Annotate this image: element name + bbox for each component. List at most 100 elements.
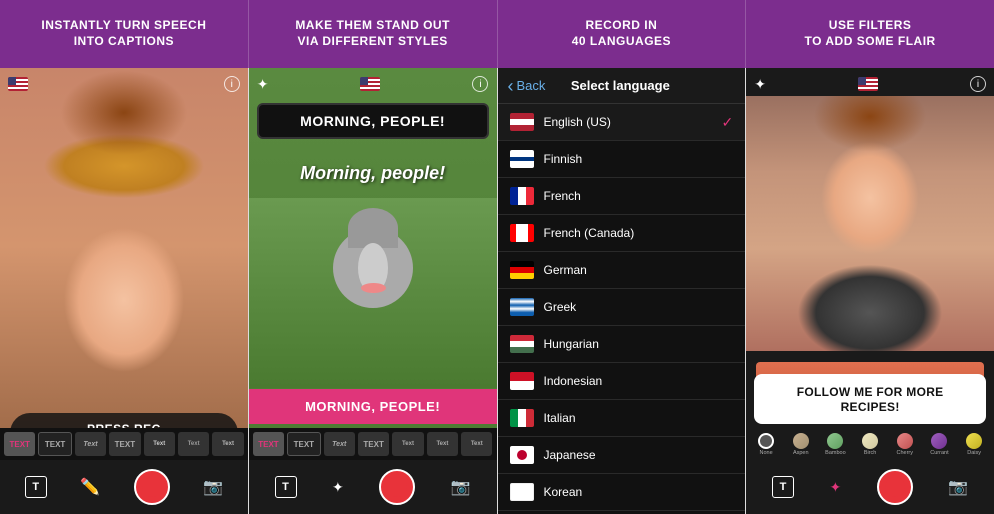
rec-button-2[interactable] (379, 469, 415, 505)
thumb2-2[interactable]: TEXT (287, 432, 320, 456)
filter-daisy-label: Daisy (967, 450, 981, 456)
lang-name-french-canada: French (Canada) (544, 226, 734, 240)
text-t-button-1[interactable]: T (25, 476, 47, 498)
speech-italic-text: Morning, people! (300, 163, 445, 183)
filter-bamboo[interactable]: Bamboo (820, 431, 852, 457)
flag-id (510, 372, 534, 390)
filter-currant[interactable]: Currant (924, 431, 956, 457)
speech-pink-text: MORNING, PEOPLE! (305, 399, 440, 414)
filter-aspen-dot (793, 433, 809, 449)
panel-captions: i PRESS REC AND SPEAK CLEARLY TEXT TEXT … (0, 68, 249, 514)
back-button[interactable]: ‹ Back (508, 77, 546, 95)
back-label: Back (517, 78, 546, 93)
header-row: INSTANTLY TURN SPEECH INTO CAPTIONS MAKE… (0, 0, 994, 68)
lang-name-finnish: Finnish (544, 152, 734, 166)
lang-item-english[interactable]: English (US) ✓ (498, 104, 746, 141)
dog-shape (318, 208, 428, 338)
flag-gr (510, 298, 534, 316)
lang-item-indonesian[interactable]: Indonesian (498, 363, 746, 400)
toolbar-1: T ✏️ 📷 (0, 460, 248, 514)
lang-item-french[interactable]: French (498, 178, 746, 215)
speech-bubble-dark: MORNING, PEOPLE! (257, 103, 489, 139)
filter-cherry-dot (897, 433, 913, 449)
header-cell-languages: RECORD IN 40 LANGUAGES (498, 0, 747, 68)
text-t-button-2[interactable]: T (275, 476, 297, 498)
lang-name-japanese: Japanese (544, 448, 734, 462)
thumb-text-4[interactable]: TEXT (109, 432, 140, 456)
lang-item-hungarian[interactable]: Hungarian (498, 326, 746, 363)
lang-item-korean[interactable]: Korean (498, 474, 746, 511)
filter-none[interactable]: None (750, 431, 782, 457)
lang-item-japanese[interactable]: Japanese (498, 437, 746, 474)
filter-none-label: None (760, 450, 773, 456)
info-button-2[interactable]: i (472, 76, 488, 92)
info-button-4[interactable]: i (970, 76, 986, 92)
thumb-text-5[interactable]: Text (144, 432, 175, 456)
pencil-button-1[interactable]: ✏️ (80, 477, 100, 497)
thumb2-1[interactable]: TEXT (253, 432, 284, 456)
camera-button-4[interactable]: 📷 (948, 477, 968, 497)
flag-de (510, 261, 534, 279)
speech-bubble-italic: Morning, people! (257, 163, 489, 184)
thumb2-7[interactable]: Text (461, 432, 492, 456)
thumb-text-7[interactable]: Text (212, 432, 243, 456)
lang-name-french: French (544, 189, 734, 203)
filter-currant-label: Currant (930, 450, 948, 456)
flag-us-lang (510, 113, 534, 131)
thumb2-6[interactable]: Text (427, 432, 458, 456)
wand-icon-2: ✦ (257, 76, 269, 93)
lang-item-german[interactable]: German (498, 252, 746, 289)
camera-button-1[interactable]: 📷 (203, 477, 223, 497)
lang-item-italian[interactable]: Italian (498, 400, 746, 437)
thumb-text-2[interactable]: TEXT (38, 432, 71, 456)
text-t-button-4[interactable]: T (772, 476, 794, 498)
filter-currant-dot (931, 433, 947, 449)
phone-topbar-1: i (0, 68, 248, 100)
info-button-1[interactable]: i (224, 76, 240, 92)
speech-bubble-pink: MORNING, PEOPLE! (249, 389, 497, 424)
thumb-text-3[interactable]: Text (75, 432, 106, 456)
recipe-text: FOLLOW ME FOR MORE RECIPES! (797, 385, 944, 414)
thumb-text-6[interactable]: Text (178, 432, 209, 456)
filter-daisy[interactable]: Daisy (958, 431, 990, 457)
panel-filters: ✦ i FOLLOW ME FOR MORE RECIPES! None Asp… (746, 68, 994, 514)
thumb2-3[interactable]: Text (324, 432, 355, 456)
wand-button-4[interactable]: ✦ (830, 479, 842, 496)
header-cell-captions: INSTANTLY TURN SPEECH INTO CAPTIONS (0, 0, 249, 68)
filter-bamboo-dot (827, 433, 843, 449)
thumb2-5[interactable]: Text (392, 432, 423, 456)
panel-languages: ‹ Back Select language English (US) ✓ Fi… (498, 68, 747, 514)
flag-us-2 (360, 77, 380, 91)
filter-none-dot (758, 433, 774, 449)
screenshots-row: i PRESS REC AND SPEAK CLEARLY TEXT TEXT … (0, 68, 994, 514)
flag-it (510, 409, 534, 427)
filter-birch-dot (862, 433, 878, 449)
lang-item-greek[interactable]: Greek (498, 289, 746, 326)
filter-aspen-label: Aspen (793, 450, 809, 456)
flag-us-4 (858, 77, 878, 91)
lang-name-indonesian: Indonesian (544, 374, 734, 388)
lang-item-french-canada[interactable]: French (Canada) (498, 215, 746, 252)
flag-fi (510, 150, 534, 168)
lang-name-greek: Greek (544, 300, 734, 314)
filter-birch[interactable]: Birch (854, 431, 886, 457)
thumb-text-1[interactable]: TEXT (4, 432, 35, 456)
check-icon-english: ✓ (722, 114, 734, 131)
rec-button-1[interactable] (134, 469, 170, 505)
rec-inner-1 (142, 477, 162, 497)
toolbar-4: T ✦ 📷 (746, 460, 994, 514)
rec-button-4[interactable] (877, 469, 913, 505)
thumb2-4[interactable]: TEXT (358, 432, 389, 456)
lang-item-finnish[interactable]: Finnish (498, 141, 746, 178)
flag-kr (510, 483, 534, 501)
lang-topbar: ‹ Back Select language (498, 68, 746, 104)
woman-bg (746, 96, 994, 351)
back-chevron-icon: ‹ (508, 77, 514, 95)
filter-aspen[interactable]: Aspen (785, 431, 817, 457)
phone-topbar-4: ✦ i (746, 68, 994, 100)
camera-button-2[interactable]: 📷 (451, 477, 471, 497)
info-icon-2: i (479, 79, 481, 90)
filter-cherry[interactable]: Cherry (889, 431, 921, 457)
filter-strip: None Aspen Bamboo Birch Cherry Currant (746, 428, 994, 460)
wand-button-2[interactable]: ✦ (332, 479, 344, 496)
